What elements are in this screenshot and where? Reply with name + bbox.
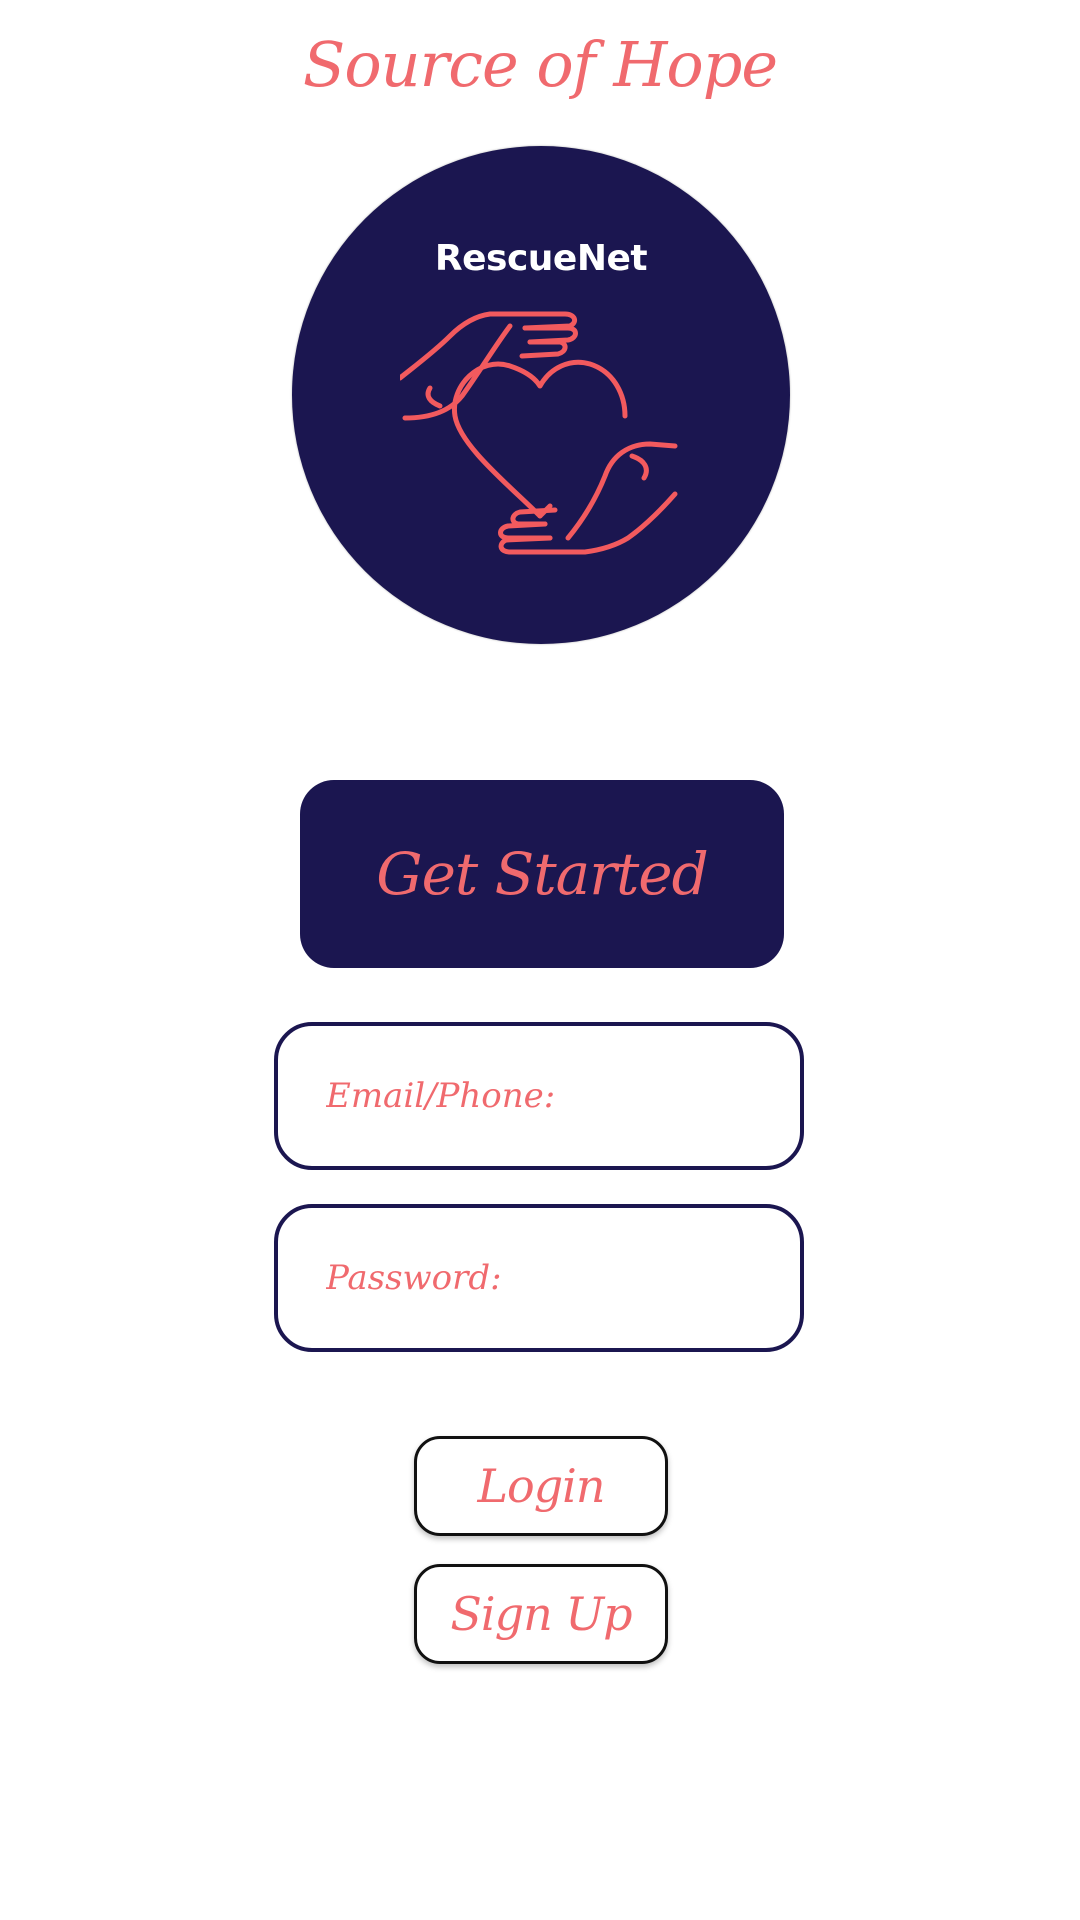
- signup-button[interactable]: Sign Up: [414, 1564, 668, 1664]
- login-button[interactable]: Login: [414, 1436, 668, 1536]
- rescuenet-logo: RescueNet: [292, 146, 790, 644]
- logo-text: RescueNet: [434, 238, 648, 279]
- password-input[interactable]: [326, 1208, 766, 1348]
- email-input[interactable]: [326, 1026, 766, 1166]
- app-title: Source of Hope: [302, 28, 778, 101]
- hands-holding-heart-icon: [400, 311, 678, 555]
- password-field[interactable]: [274, 1204, 804, 1352]
- get-started-button[interactable]: Get Started: [300, 780, 784, 968]
- email-field[interactable]: [274, 1022, 804, 1170]
